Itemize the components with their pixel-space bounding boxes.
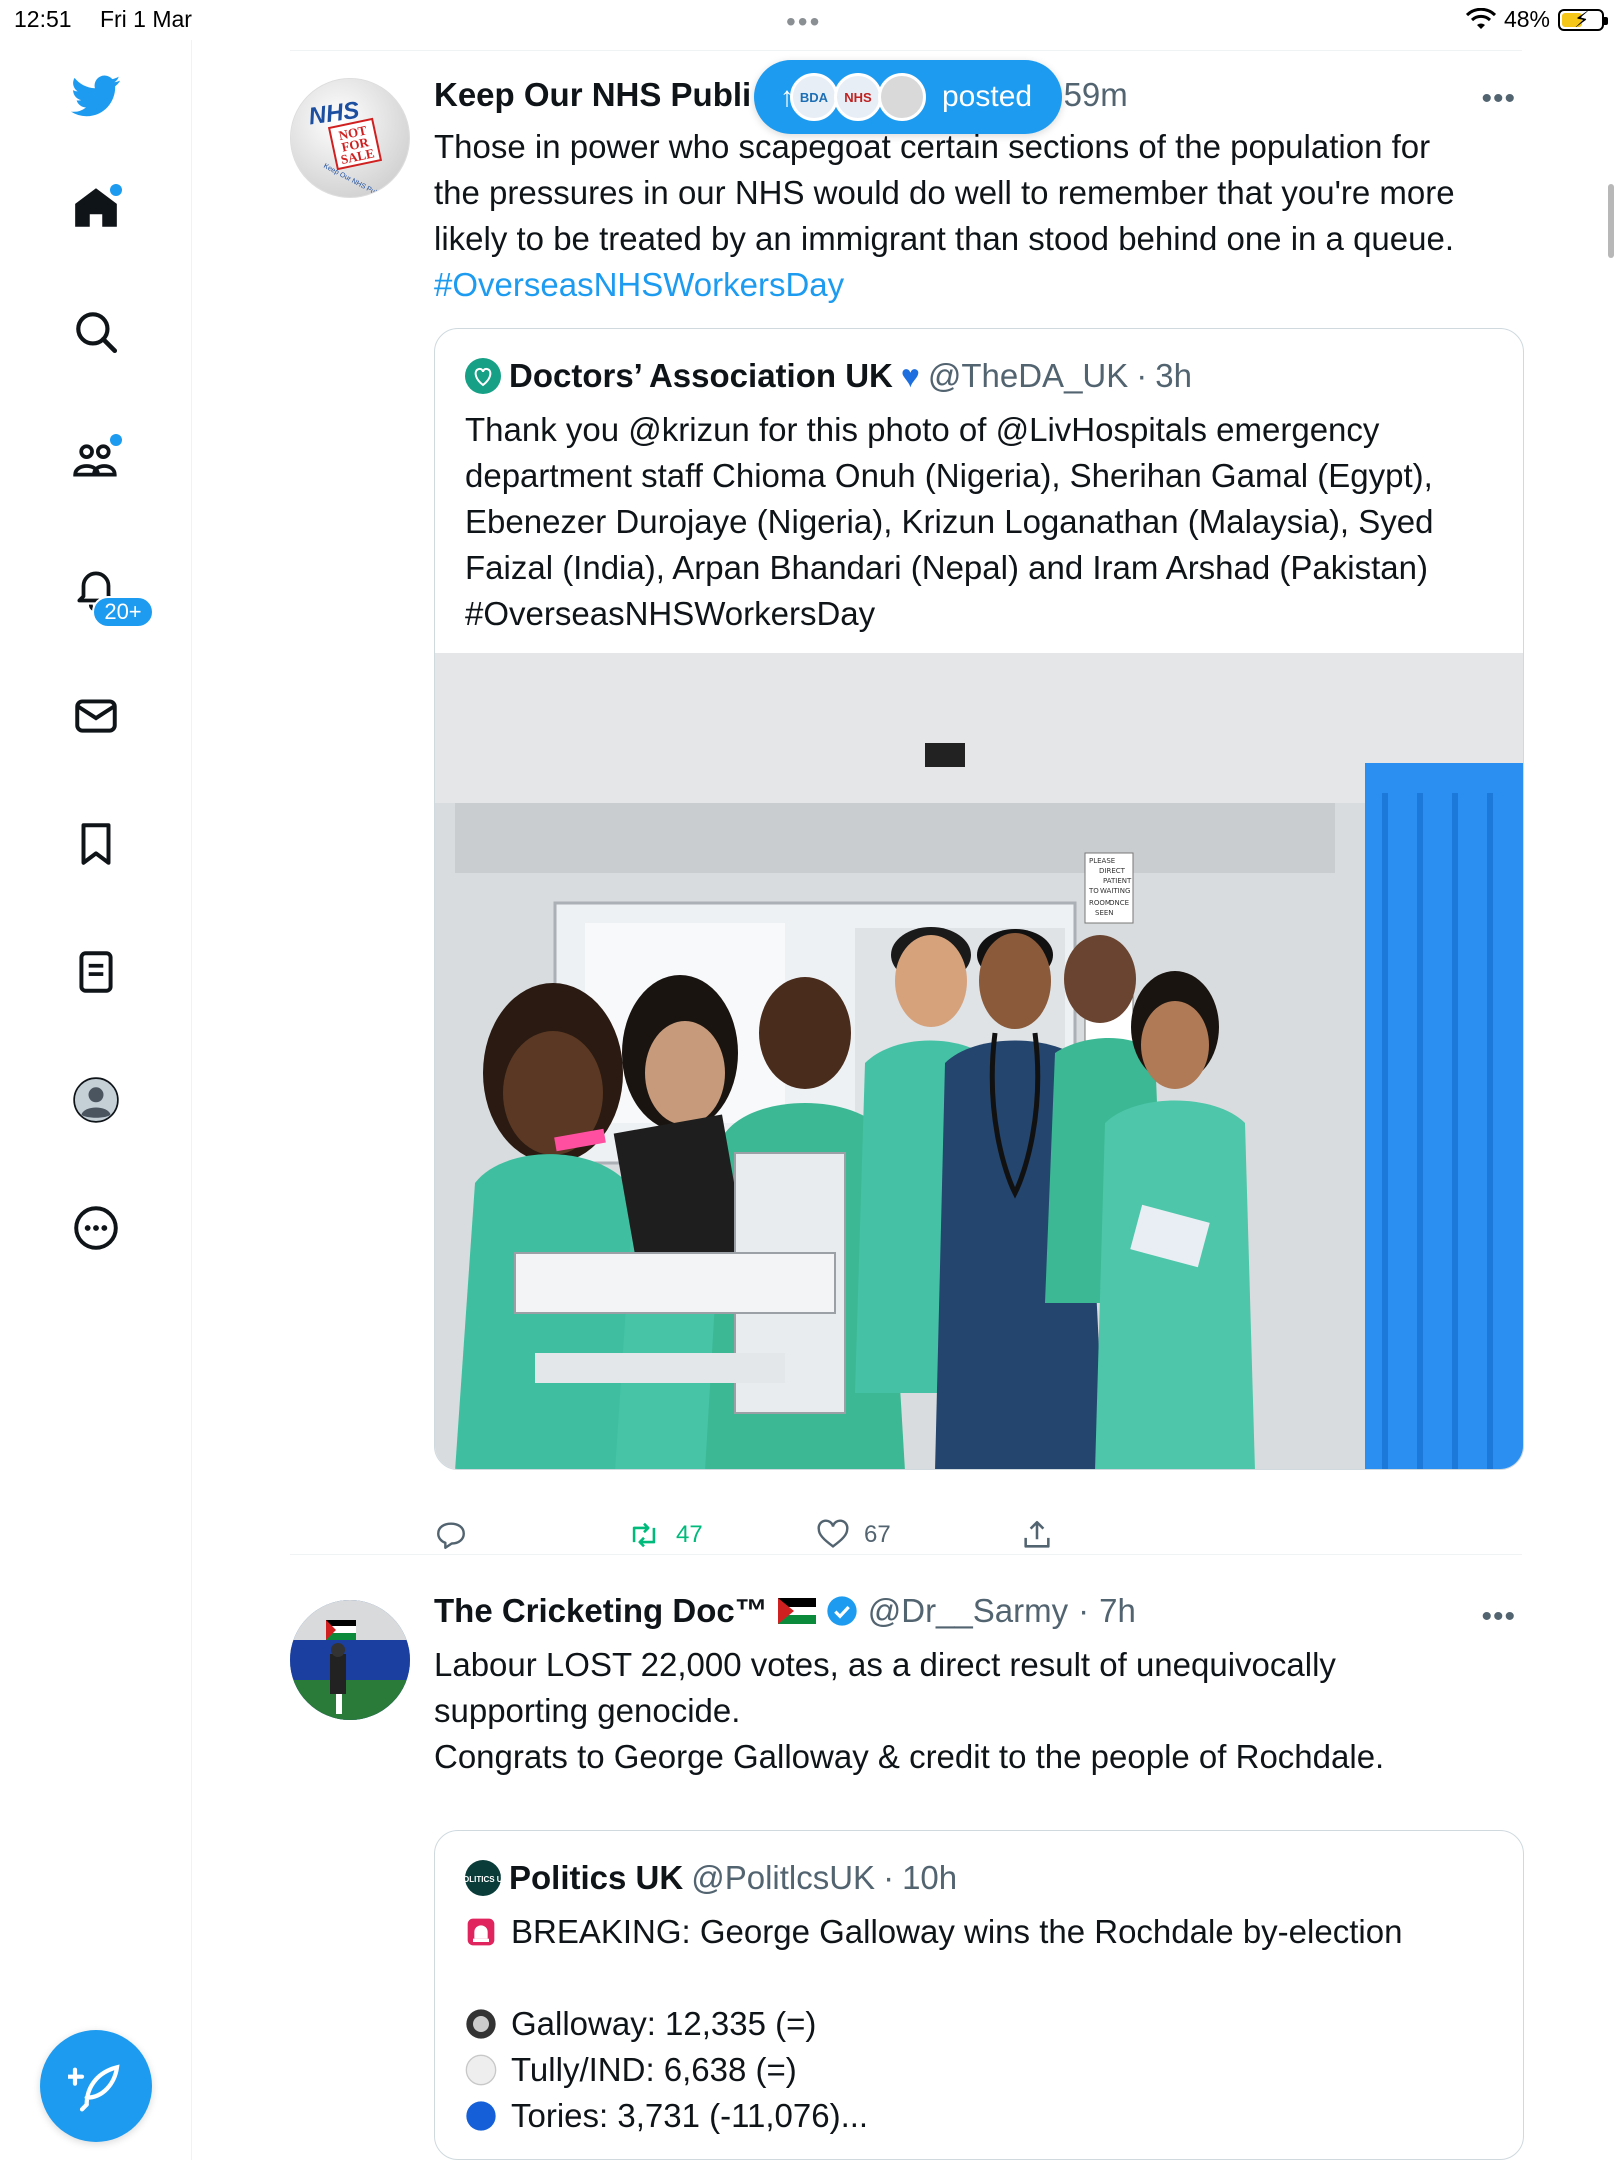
tweet-text: Those in power who scapegoat certain sec…	[434, 124, 1514, 308]
retweet-icon	[632, 1522, 656, 1548]
pill-label: posted	[942, 80, 1033, 113]
doctors-association-avatar-icon	[465, 358, 501, 394]
quote-line: Thank you @krizun for this photo of @Liv…	[465, 411, 1380, 448]
share-button[interactable]	[1020, 1518, 1054, 1552]
quote-line: department staff Chioma Onuh (Nigeria), …	[465, 457, 1433, 494]
status-bar: 12:51 Fri 1 Mar ••• 48% ⚡	[0, 0, 1620, 40]
white-circle-icon	[465, 2054, 497, 2086]
reply-button[interactable]	[434, 1518, 468, 1552]
lists-icon[interactable]	[66, 942, 126, 1002]
bookmarks-icon[interactable]	[66, 814, 126, 874]
sidebar: 20+	[0, 40, 192, 2160]
tweet-line: supporting genocide.	[434, 1692, 741, 1729]
result-line: Tully/IND: 6,638 (=)	[465, 2047, 1505, 2093]
verified-badge-icon	[827, 1596, 857, 1626]
quote-text: BREAKING: George Galloway wins the Rochd…	[465, 1909, 1505, 2139]
status-left: 12:51 Fri 1 Mar	[14, 6, 214, 33]
tweet-time[interactable]: 7h	[1099, 1592, 1136, 1630]
svg-text:TO: TO	[1088, 887, 1099, 895]
quote-time[interactable]: 3h	[1155, 357, 1192, 395]
messages-icon[interactable]	[66, 686, 126, 746]
pill-avatar-bda: BDA	[790, 73, 838, 121]
tweet-header: The Cricketing Doc™ @Dr__Sarmy · 7h	[434, 1592, 1136, 1630]
wifi-icon	[1465, 7, 1496, 29]
pill-avatar-nhs: NHS	[834, 73, 882, 121]
palestine-flag-icon	[777, 1598, 816, 1624]
quote-author-name[interactable]: Doctors’ Association UK	[509, 357, 893, 395]
twitter-logo-icon[interactable]	[66, 66, 126, 126]
dark-circle-icon	[466, 2009, 496, 2039]
new-posts-pill[interactable]: ↑ BDA NHS posted	[754, 60, 1062, 134]
quote-time[interactable]: 10h	[902, 1859, 957, 1897]
quote-handle[interactable]: @PolitlcsUK	[691, 1859, 875, 1897]
quoted-tweet-daUK[interactable]: Doctors’ Association UK ♥ @TheDA_UK · 3h…	[434, 328, 1524, 1470]
avatar-keep-our-nhs-public[interactable]: NHS NOT FOR SALE Keep Our NHS Public	[290, 78, 410, 198]
retweet-count: 47	[676, 1521, 703, 1548]
hashtag-link[interactable]: #OverseasNHSWorkersDay	[434, 262, 1514, 308]
tweet-line: likely to be treated by an immigrant tha…	[434, 220, 1455, 257]
quoted-tweet-politics-uk[interactable]: POLITICS UK Politics UK @PolitlcsUK · 10…	[434, 1830, 1524, 2160]
compose-feather-icon	[68, 2064, 120, 2112]
tweet-text: Labour LOST 22,000 votes, as a direct re…	[434, 1642, 1514, 1780]
tweet-line: the pressures in our NHS would do well t…	[434, 174, 1455, 211]
politics-uk-avatar-icon: POLITICS UK	[465, 1860, 501, 1896]
scrollbar[interactable]	[1608, 184, 1614, 258]
author-name[interactable]: Keep Our NHS Publi	[434, 76, 751, 113]
communities-icon[interactable]	[66, 430, 126, 490]
more-options-icon[interactable]	[66, 1198, 126, 1258]
svg-text:PATIENT: PATIENT	[1103, 877, 1132, 885]
search-icon[interactable]	[66, 302, 126, 362]
share-icon	[1024, 1520, 1050, 1548]
notifications-badge: 20+	[92, 596, 154, 628]
svg-text:PLEASE: PLEASE	[1089, 857, 1115, 865]
blue-circle-icon	[466, 2101, 496, 2131]
reply-icon	[437, 1522, 465, 1549]
like-button[interactable]: 67	[816, 1518, 891, 1552]
compose-tweet-button[interactable]	[40, 2030, 152, 2142]
tweet-time[interactable]: 59m	[1064, 76, 1128, 113]
svg-text:WAITING: WAITING	[1100, 887, 1130, 895]
status-date: Fri 1 Mar	[99, 6, 192, 32]
quote-line: Faizal (India), Arpan Bhandari (Nepal) a…	[465, 549, 1428, 586]
quote-header: Doctors’ Association UK ♥ @TheDA_UK · 3h	[465, 357, 1192, 395]
quote-text: Thank you @krizun for this photo of @Liv…	[465, 407, 1505, 637]
tweet-line: Labour LOST 22,000 votes, as a direct re…	[434, 1646, 1336, 1683]
svg-text:DIRECT: DIRECT	[1099, 867, 1126, 875]
home-icon[interactable]	[66, 178, 126, 238]
multitasking-dots-icon[interactable]: •••	[786, 6, 821, 38]
result-line: Tories: 3,731 (-11,076)...	[465, 2093, 1505, 2139]
quote-author-name[interactable]: Politics UK	[509, 1859, 683, 1897]
retweet-button[interactable]: 47	[626, 1518, 703, 1552]
tweet-actions: 47 67	[434, 1518, 1134, 1558]
quote-handle[interactable]: @TheDA_UK	[928, 357, 1128, 395]
author-handle[interactable]: @Dr__Sarmy	[868, 1592, 1068, 1630]
heart-icon	[817, 1519, 849, 1548]
blue-heart-icon: ♥	[900, 357, 920, 394]
svg-text:POLITICS UK: POLITICS UK	[465, 1875, 501, 1884]
author-name[interactable]: The Cricketing Doc™	[434, 1592, 768, 1630]
pill-avatar-user	[878, 73, 926, 121]
tweet-more-icon[interactable]: •••	[1481, 82, 1516, 116]
quote-line: #OverseasNHSWorkersDay	[465, 595, 876, 632]
like-count: 67	[864, 1521, 891, 1548]
battery-percent: 48%	[1503, 6, 1550, 32]
siren-icon	[467, 1918, 495, 1946]
svg-text:ROOM: ROOM	[1089, 899, 1111, 907]
battery-icon: ⚡	[1558, 7, 1608, 32]
svg-text:ONCE: ONCE	[1109, 899, 1129, 907]
tweet-line: Congrats to George Galloway & credit to …	[434, 1738, 1385, 1775]
tweet-more-icon[interactable]: •••	[1481, 1600, 1516, 1634]
avatar-cricketing-doc[interactable]	[290, 1600, 410, 1720]
quote-header: POLITICS UK Politics UK @PolitlcsUK · 10…	[465, 1859, 957, 1897]
tweet-photo-emergency-staff[interactable]: PLEASE DIRECT PATIENT TO WAITING ROOM ON…	[435, 653, 1523, 1469]
profile-avatar-icon[interactable]	[66, 1070, 126, 1130]
quote-line: Ebenezer Durojaye (Nigeria), Krizun Loga…	[465, 503, 1434, 540]
status-time: 12:51	[14, 6, 72, 32]
result-line: Galloway: 12,335 (=)	[465, 2001, 1505, 2047]
status-right: 48% ⚡	[1465, 6, 1608, 33]
breaking-line: BREAKING: George Galloway wins the Rochd…	[465, 1909, 1505, 1955]
svg-text:SEEN: SEEN	[1095, 909, 1114, 917]
